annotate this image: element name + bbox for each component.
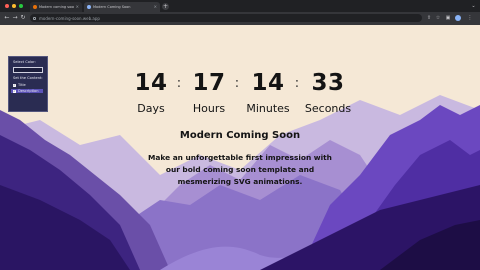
share-icon[interactable]: ⇪ — [425, 14, 433, 22]
option-label: Title — [18, 83, 26, 87]
maximize-window-icon[interactable] — [19, 4, 23, 8]
tab-close-icon[interactable]: × — [154, 5, 157, 9]
countdown-days-value: 14 — [134, 70, 168, 96]
tab-title: Modern Coming Soon — [93, 5, 131, 9]
extensions-icon[interactable]: ▣ — [444, 14, 452, 22]
tab-search-chevron-icon[interactable]: ⌄ — [470, 3, 477, 10]
tab-title: Modern coming soon – Cod — [39, 5, 74, 9]
checkbox-checked-icon[interactable]: ✓ — [13, 89, 16, 93]
tab-modern-coming-soon[interactable]: Modern Coming Soon × — [84, 2, 160, 12]
select-color-label: Select Color: — [13, 60, 36, 64]
color-picker-input[interactable] — [13, 67, 43, 73]
minimize-window-icon[interactable] — [12, 4, 16, 8]
close-window-icon[interactable] — [5, 4, 9, 8]
countdown-minutes-value: 14 — [251, 70, 285, 96]
mountain-landscape — [0, 95, 480, 270]
countdown-hours-value: 17 — [192, 70, 226, 96]
tab-strip: Modern coming soon – Cod × Modern Coming… — [0, 0, 480, 12]
profile-avatar[interactable] — [455, 15, 461, 21]
bookmark-star-icon[interactable]: ☆ — [434, 14, 442, 22]
address-bar[interactable]: modern-coming-soon.web.app — [30, 14, 422, 22]
title-option[interactable]: ✓ Title — [13, 83, 43, 87]
back-arrow-icon[interactable]: ← — [3, 14, 11, 22]
more-menu-icon[interactable]: ⋮ — [466, 14, 474, 22]
tab-favicon-icon — [33, 5, 37, 9]
reload-icon[interactable]: ↻ — [19, 14, 27, 22]
countdown-seconds-value: 33 — [311, 70, 345, 96]
description-option[interactable]: ✓ Description — [11, 89, 43, 93]
browser-chrome: Modern coming soon – Cod × Modern Coming… — [0, 0, 480, 25]
tab-close-icon[interactable]: × — [76, 5, 79, 9]
lock-icon — [33, 16, 36, 20]
tab-code-editor[interactable]: Modern coming soon – Cod × — [30, 2, 82, 12]
checkbox-checked-icon[interactable]: ✓ — [13, 83, 16, 87]
new-tab-plus-icon[interactable]: + — [162, 3, 169, 10]
page-description: Make an unforgettable first impression w… — [148, 153, 332, 186]
countdown-seconds-label: Seconds — [304, 102, 352, 115]
page-title: Modern Coming Soon — [179, 130, 301, 141]
browser-toolbar: ← → ↻ modern-coming-soon.web.app ⇪ ☆ ▣ ⋮ — [0, 12, 480, 25]
forward-arrow-icon[interactable]: → — [11, 14, 19, 22]
settings-panel: Select Color: Set the Content: ✓ Title ✓… — [8, 56, 48, 112]
url-text: modern-coming-soon.web.app — [39, 15, 100, 21]
page-viewport: Select Color: Set the Content: ✓ Title ✓… — [0, 25, 480, 270]
set-content-label: Set the Content: — [13, 76, 43, 80]
tab-favicon-icon — [87, 5, 91, 9]
option-label: Description — [18, 89, 39, 93]
